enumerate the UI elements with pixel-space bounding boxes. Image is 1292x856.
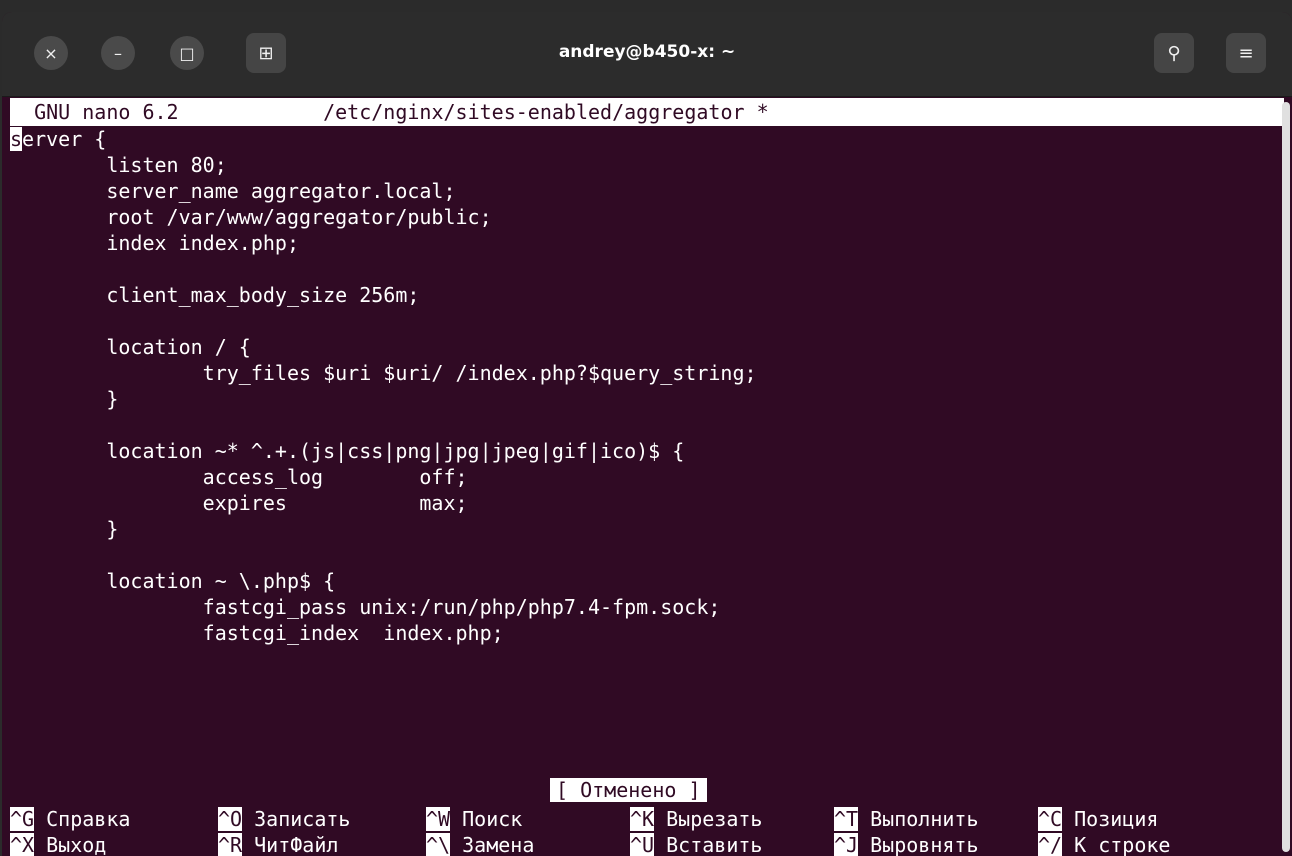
editor-line[interactable]: access_log off; xyxy=(10,464,1284,490)
shortcut-label: ЧитФайл xyxy=(242,833,339,856)
shortcut-item[interactable]: ^G Справка xyxy=(10,806,130,832)
shortcut-label: Записать xyxy=(242,807,351,831)
editor-line[interactable]: server_name aggregator.local; xyxy=(10,178,1284,204)
shortcut-key: ^X xyxy=(10,833,35,856)
editor-line[interactable]: listen 80; xyxy=(10,152,1284,178)
nano-header-bar: GNU nano 6.2 /etc/nginx/sites-enabled/ag… xyxy=(10,98,1284,126)
terminal-window: × – □ ⊞ andrey@b450-x: ~ ⚲ ≡ GNU nano 6.… xyxy=(2,12,1292,856)
nano-editor[interactable]: GNU nano 6.2 /etc/nginx/sites-enabled/ag… xyxy=(10,98,1284,856)
shortcut-item[interactable]: ^T Выполнить xyxy=(834,806,979,832)
shortcut-key: ^W xyxy=(426,807,451,831)
shortcut-key: ^U xyxy=(630,833,655,856)
text-cursor: s xyxy=(10,127,23,151)
shortcut-label: Справка xyxy=(34,807,131,831)
shortcut-key: ^G xyxy=(10,807,35,831)
shortcut-bar: ^G Справка ^O Записать ^W Поиск ^K Вырезать… xyxy=(10,806,1284,856)
shortcut-item[interactable]: ^O Записать xyxy=(218,806,350,832)
shortcut-key: ^K xyxy=(630,807,655,831)
nano-version: GNU nano 6.2 xyxy=(34,100,179,124)
editor-line[interactable]: location ~* ^.+.(js|css|png|jpg|jpeg|gif… xyxy=(10,438,1284,464)
shortcut-label: Замена xyxy=(450,833,535,856)
shortcut-item[interactable]: ^K Вырезать xyxy=(630,806,762,832)
shortcut-row: ^X Выход ^R ЧитФайл ^\ Замена ^U Вставить ^J… xyxy=(10,832,1284,856)
shortcut-label: Поиск xyxy=(450,807,523,831)
shortcut-label: Вставить xyxy=(654,833,763,856)
editor-line[interactable]: fastcgi_pass unix:/run/php/php7.4-fpm.so… xyxy=(10,594,1284,620)
editor-line[interactable]: expires max; xyxy=(10,490,1284,516)
status-message: [ Отменено ] xyxy=(550,778,707,802)
shortcut-item[interactable]: ^C Позиция xyxy=(1038,806,1158,832)
editor-line[interactable] xyxy=(10,542,1284,568)
editor-line[interactable]: root /var/www/aggregator/public; xyxy=(10,204,1284,230)
editor-line[interactable]: fastcgi_index index.php; xyxy=(10,620,1284,646)
shortcut-item[interactable]: ^R ЧитФайл xyxy=(218,832,338,856)
shortcut-item[interactable]: ^W Поиск xyxy=(426,806,522,832)
shortcut-key: ^\ xyxy=(426,833,451,856)
shortcut-key: ^O xyxy=(218,807,243,831)
editor-line[interactable]: } xyxy=(10,386,1284,412)
shortcut-key: ^T xyxy=(834,807,859,831)
shortcut-key: ^J xyxy=(834,833,859,856)
shortcut-label: Выровнять xyxy=(858,833,979,856)
editor-line[interactable]: client_max_body_size 256m; xyxy=(10,282,1284,308)
file-path: /etc/nginx/sites-enabled/aggregator * xyxy=(323,100,769,124)
shortcut-key: ^R xyxy=(218,833,243,856)
editor-line[interactable]: server { xyxy=(10,126,1284,152)
editor-line[interactable]: index index.php; xyxy=(10,230,1284,256)
window-title: andrey@b450-x: ~ xyxy=(558,42,736,62)
editor-line[interactable]: location ~ \.php$ { xyxy=(10,568,1284,594)
editor-line[interactable]: location / { xyxy=(10,334,1284,360)
shortcut-item[interactable]: ^\ Замена xyxy=(426,832,534,856)
editor-line[interactable]: try_files $uri $uri/ /index.php?$query_s… xyxy=(10,360,1284,386)
shortcut-key: ^/ xyxy=(1038,833,1063,856)
shortcut-row: ^G Справка ^O Записать ^W Поиск ^K Вырезать… xyxy=(10,806,1284,832)
editor-line[interactable]: } xyxy=(10,516,1284,542)
title-bar: × – □ ⊞ andrey@b450-x: ~ ⚲ ≡ xyxy=(2,12,1292,97)
shortcut-item[interactable]: ^J Выровнять xyxy=(834,832,979,856)
shortcut-label: Выполнить xyxy=(858,807,979,831)
scrollbar[interactable] xyxy=(1282,102,1290,852)
shortcut-label: Выход xyxy=(34,833,107,856)
shortcut-item[interactable]: ^U Вставить xyxy=(630,832,762,856)
shortcut-key: ^C xyxy=(1038,807,1063,831)
menu-icon[interactable]: ≡ xyxy=(1226,33,1266,73)
search-icon[interactable]: ⚲ xyxy=(1154,33,1194,73)
editor-line[interactable] xyxy=(10,308,1284,334)
shortcut-label: К строке xyxy=(1062,833,1171,856)
editor-line[interactable] xyxy=(10,412,1284,438)
shortcut-item[interactable]: ^/ К строке xyxy=(1038,832,1170,856)
editor-line[interactable] xyxy=(10,256,1284,282)
shortcut-item[interactable]: ^X Выход xyxy=(10,832,106,856)
shortcut-label: Вырезать xyxy=(654,807,763,831)
editor-content[interactable]: listen 80; server_name aggregator.local;… xyxy=(10,152,1284,646)
shortcut-label: Позиция xyxy=(1062,807,1159,831)
